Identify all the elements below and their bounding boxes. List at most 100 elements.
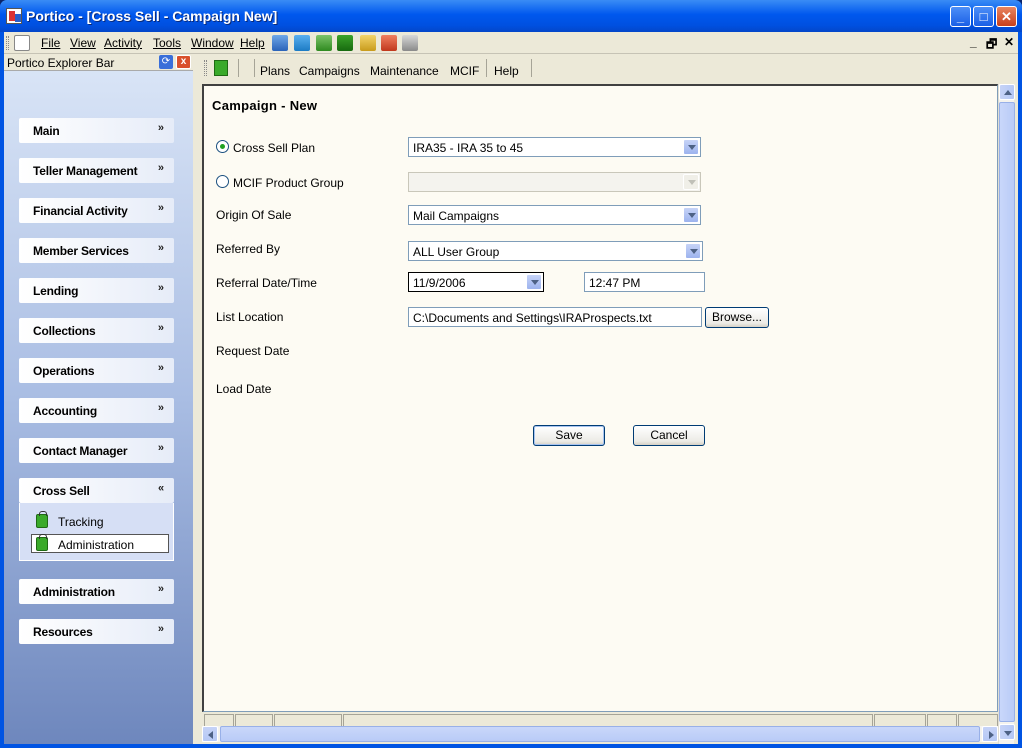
group-member-services[interactable]: Member Services » [19, 238, 174, 263]
menu-bar: File View Activity Tools Window Help _ 🗗… [4, 32, 1018, 54]
cross-sell-plan-select[interactable]: IRA35 - IRA 35 to 45 [408, 137, 701, 157]
mcif-group-select[interactable] [408, 172, 701, 192]
toolbar-link-mcif[interactable]: MCIF [450, 64, 479, 78]
vertical-scroll-thumb[interactable] [999, 102, 1015, 722]
redo-arrow-icon[interactable] [381, 35, 397, 51]
toolbar-link-campaigns[interactable]: Campaigns [299, 64, 360, 78]
scroll-down-icon[interactable] [999, 724, 1015, 740]
menu-file[interactable]: File [41, 36, 60, 50]
chevron-down-icon[interactable] [685, 243, 701, 259]
request-date-label: Request Date [216, 344, 290, 358]
menu-help[interactable]: Help [240, 36, 265, 50]
referral-time-input[interactable]: 12:47 PM [584, 272, 705, 292]
referral-date-picker[interactable]: 11/9/2006 [408, 272, 544, 292]
toolbar-link-maintenance[interactable]: Maintenance [370, 64, 439, 78]
save-button[interactable]: Save [533, 425, 605, 446]
money-bag-icon[interactable] [316, 35, 332, 51]
explorer-header: Portico Explorer Bar ⟳ x [4, 54, 193, 71]
group-administration[interactable]: Administration » [19, 579, 174, 604]
referred-by-value: ALL User Group [413, 245, 500, 259]
menu-window[interactable]: Window [191, 36, 234, 50]
explorer-close-icon[interactable]: x [176, 55, 191, 69]
nav-item-administration[interactable]: Administration [31, 534, 169, 553]
horizontal-scroll-thumb[interactable] [220, 726, 980, 742]
scroll-right-icon[interactable] [982, 726, 998, 742]
cross-sell-plan-radio[interactable] [216, 140, 229, 153]
maximize-button[interactable]: □ [973, 6, 994, 27]
minimize-button[interactable]: _ [950, 6, 971, 27]
group-lending[interactable]: Lending » [19, 278, 174, 303]
toolbar-link-help[interactable]: Help [494, 64, 519, 78]
mcif-group-radio[interactable] [216, 175, 229, 188]
network-icon[interactable] [272, 35, 288, 51]
scroll-up-icon[interactable] [999, 84, 1015, 100]
group-operations[interactable]: Operations » [19, 358, 174, 383]
group-label: Member Services [33, 244, 129, 258]
vertical-scrollbar[interactable] [998, 84, 1015, 744]
toolbar-grip-icon[interactable] [204, 60, 207, 76]
chevron-down-icon [683, 174, 699, 190]
group-label: Contact Manager [33, 444, 128, 458]
cross-sell-plan-value: IRA35 - IRA 35 to 45 [413, 141, 524, 155]
group-teller-management[interactable]: Teller Management » [19, 158, 174, 183]
close-button[interactable]: ✕ [996, 6, 1017, 27]
list-location-input[interactable]: C:\Documents and Settings\IRAProspects.t… [408, 307, 702, 327]
main-frame: File View Activity Tools Window Help _ 🗗… [4, 32, 1018, 744]
chevron-down-icon: » [157, 623, 164, 635]
origin-of-sale-select[interactable]: Mail Campaigns [408, 205, 701, 225]
group-contact-manager[interactable]: Contact Manager » [19, 438, 174, 463]
cancel-button[interactable]: Cancel [633, 425, 705, 446]
content-toolbar: Plans Campaigns Maintenance MCIF Help [198, 54, 998, 82]
chevron-down-icon: » [157, 162, 164, 174]
menu-activity[interactable]: Activity [104, 36, 142, 50]
mdi-minimize-button[interactable]: _ [970, 35, 977, 49]
group-label: Operations [33, 364, 95, 378]
menu-view[interactable]: View [70, 36, 96, 50]
app-icon[interactable] [6, 8, 22, 24]
toolbar-separator [531, 59, 532, 77]
title-bar[interactable]: Portico - [Cross Sell - Campaign New] _ … [0, 0, 1022, 32]
padlock-icon [36, 511, 48, 528]
printer-icon[interactable] [402, 35, 418, 51]
chevron-down-icon[interactable] [683, 139, 699, 155]
horizontal-scrollbar[interactable] [202, 726, 998, 742]
referral-datetime-label: Referral Date/Time [216, 276, 317, 290]
group-main[interactable]: Main » [19, 118, 174, 143]
group-label: Resources [33, 625, 93, 639]
dollar-icon[interactable] [337, 35, 353, 51]
browse-button[interactable]: Browse... [705, 307, 769, 328]
group-resources[interactable]: Resources » [19, 619, 174, 644]
chevron-down-icon: » [157, 402, 164, 414]
menu-grip-icon[interactable] [6, 36, 9, 50]
tag-icon[interactable] [294, 35, 310, 51]
group-accounting[interactable]: Accounting » [19, 398, 174, 423]
portico-menu-icon[interactable] [14, 35, 30, 51]
hand-icon[interactable] [360, 35, 376, 51]
group-cross-sell[interactable]: Cross Sell » [19, 478, 174, 503]
toolbar-link-plans[interactable]: Plans [260, 64, 290, 78]
chevron-down-icon: » [157, 362, 164, 374]
group-collections[interactable]: Collections » [19, 318, 174, 343]
chevron-down-icon[interactable] [683, 207, 699, 223]
nav-item-label: Tracking [58, 515, 104, 529]
group-financial-activity[interactable]: Financial Activity » [19, 198, 174, 223]
mdi-restore-button[interactable]: 🗗 [986, 35, 997, 56]
chevron-down-icon[interactable] [526, 274, 542, 290]
pin-icon[interactable]: ⟳ [159, 55, 173, 69]
status-cell [274, 714, 342, 726]
toolbar-separator [238, 59, 239, 77]
nav-item-tracking[interactable]: Tracking [32, 511, 170, 531]
document-icon[interactable] [214, 60, 228, 76]
cross-sell-panel: Tracking Administration [19, 503, 174, 561]
scroll-left-icon[interactable] [202, 726, 218, 742]
explorer-title: Portico Explorer Bar [7, 56, 115, 70]
status-cell [204, 714, 234, 726]
group-label: Teller Management [33, 164, 138, 178]
referred-by-select[interactable]: ALL User Group [408, 241, 703, 261]
campaign-form: Campaign - New Cross Sell Plan IRA35 - I… [202, 84, 998, 712]
referral-date-value: 11/9/2006 [413, 276, 466, 290]
menu-tools[interactable]: Tools [153, 36, 181, 50]
mdi-close-button[interactable]: ✕ [1004, 35, 1014, 49]
window-title: Portico - [Cross Sell - Campaign New] [26, 8, 278, 24]
page-title: Campaign - New [212, 98, 318, 113]
